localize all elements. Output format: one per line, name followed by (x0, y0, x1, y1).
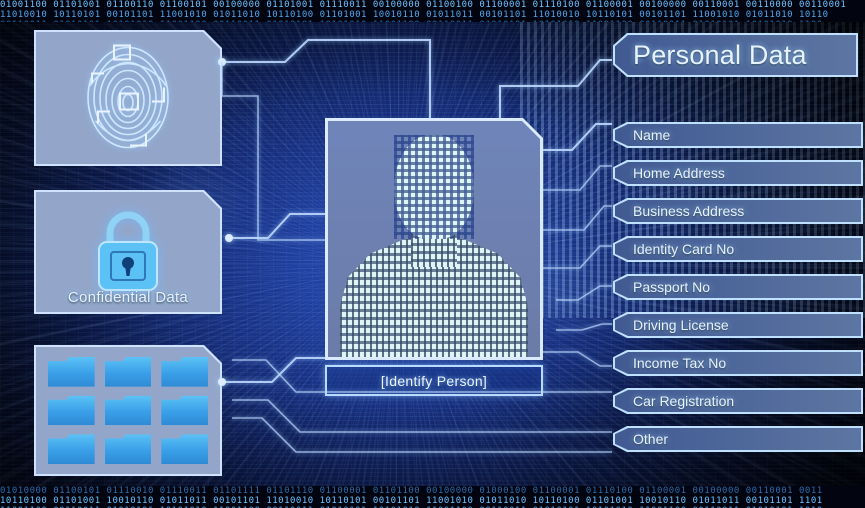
infographic-canvas: Confidential Data [Identify Person] Pers… (0, 0, 865, 508)
silhouette-head (394, 135, 474, 239)
folder-icon[interactable] (161, 357, 208, 387)
field-row-home-address[interactable]: Home Address (613, 160, 863, 186)
page-title: Personal Data (613, 33, 858, 77)
person-silhouette-icon (334, 129, 534, 357)
panel-label-confidential: Confidential Data (67, 289, 189, 306)
field-label: Name (633, 127, 671, 143)
field-row-identity-card-no[interactable]: Identity Card No (613, 236, 863, 262)
padlock-icon (85, 208, 171, 297)
field-label: Other (633, 431, 669, 447)
binary-line: 11010010 10110101 00101101 11001010 0101… (0, 10, 829, 20)
binary-line: 10110100 01101001 10010110 01011011 0010… (0, 496, 823, 506)
field-row-income-tax-no[interactable]: Income Tax No (613, 350, 863, 376)
title-text: Personal Data (633, 39, 807, 70)
field-label: Passport No (633, 279, 711, 295)
fingerprint-icon (74, 36, 182, 161)
panel-confidential-data[interactable]: Confidential Data (34, 190, 222, 314)
panel-folder-grid[interactable] (34, 345, 222, 476)
field-row-car-registration[interactable]: Car Registration (613, 388, 863, 414)
folder-icon[interactable] (48, 395, 95, 426)
binary-strip-top: 01001100 01101001 01100110 01100101 0010… (0, 0, 865, 22)
binary-line: 01010000 01100101 01110010 01110011 0110… (0, 486, 823, 496)
field-row-driving-license[interactable]: Driving License (613, 312, 863, 338)
field-label: Home Address (633, 165, 725, 181)
panel-person-silhouette[interactable] (325, 118, 543, 360)
field-row-name[interactable]: Name (613, 122, 863, 148)
field-label: Income Tax No (633, 355, 727, 371)
binary-line: 01001100 01101001 01100110 01100101 0010… (0, 0, 847, 10)
folder-icon[interactable] (161, 395, 208, 426)
identify-person-button[interactable]: [Identify Person] (325, 365, 543, 396)
field-label: Car Registration (633, 393, 735, 409)
panel-fingerprint[interactable] (34, 30, 222, 166)
field-label: Identity Card No (633, 241, 735, 257)
field-row-passport-no[interactable]: Passport No (613, 274, 863, 300)
binary-line: 00110011 01010101 10101010 11001100 0011… (0, 20, 865, 22)
field-row-business-address[interactable]: Business Address (613, 198, 863, 224)
folder-icon[interactable] (104, 395, 152, 426)
field-row-other[interactable]: Other (613, 426, 863, 452)
folder-icon[interactable] (48, 357, 95, 387)
folder-icon[interactable] (161, 434, 208, 464)
binary-texture (394, 135, 474, 239)
personal-data-field-list: Name Home Address Business Address Ident… (613, 122, 863, 464)
binary-strip-bottom: 01010000 01100101 01110010 01110011 0110… (0, 486, 865, 508)
folder-icon[interactable] (48, 434, 95, 464)
folder-grid-icon (48, 357, 208, 464)
field-label: Driving License (633, 317, 729, 333)
folder-icon[interactable] (104, 434, 152, 464)
folder-icon[interactable] (104, 357, 152, 387)
identify-person-label: [Identify Person] (380, 372, 488, 389)
field-label: Business Address (633, 203, 745, 219)
panel-fill (328, 121, 540, 357)
